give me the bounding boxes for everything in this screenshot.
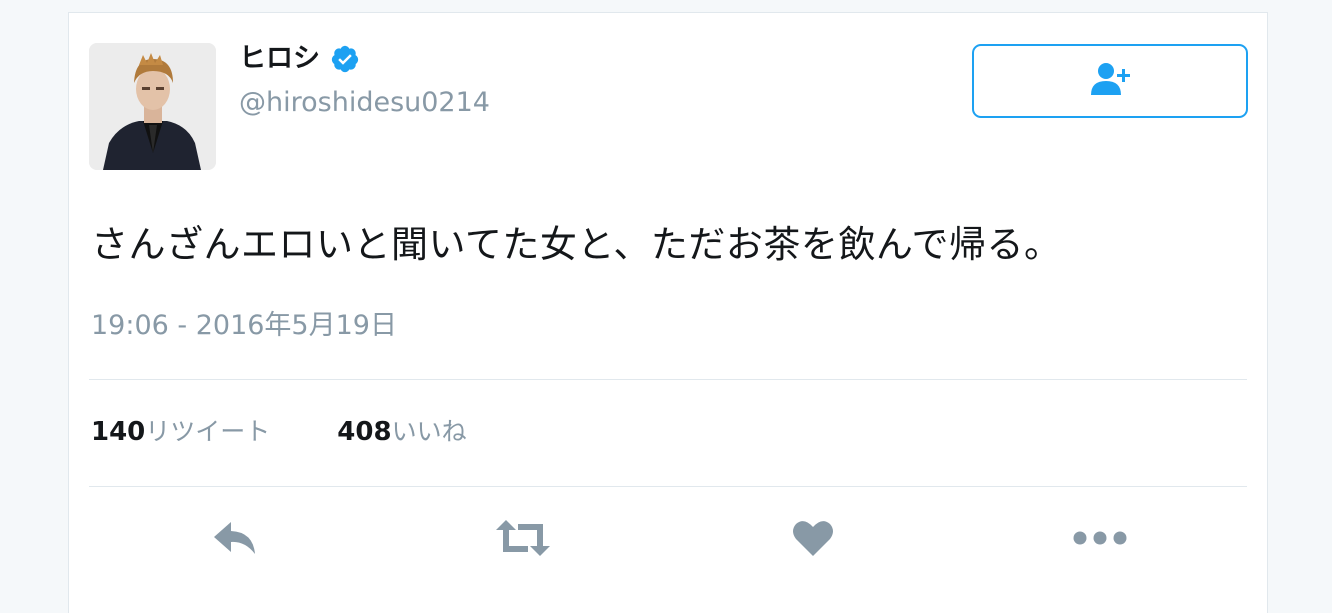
tweet-stats: 140リツイート 408いいね xyxy=(91,414,467,450)
like-button[interactable] xyxy=(783,510,843,570)
verified-badge-icon xyxy=(330,44,360,74)
display-name-row: ヒロシ xyxy=(239,41,360,77)
display-name[interactable]: ヒロシ xyxy=(239,41,320,77)
retweet-icon xyxy=(494,518,552,562)
retweet-button[interactable] xyxy=(493,510,553,570)
avatar-image xyxy=(89,43,216,170)
action-bar xyxy=(69,510,1267,570)
tweet-card: ヒロシ @hiroshidesu0214 さんざんエロいと聞いてた女と、ただお茶… xyxy=(68,12,1268,613)
more-button[interactable] xyxy=(1070,510,1130,570)
user-handle[interactable]: @hiroshidesu0214 xyxy=(239,85,490,121)
like-count: 408 xyxy=(337,417,392,447)
retweet-label: リツイート xyxy=(145,417,271,446)
retweet-count: 140 xyxy=(91,417,146,447)
divider xyxy=(89,379,1247,380)
follow-button[interactable] xyxy=(972,44,1248,118)
more-icon xyxy=(1072,530,1128,550)
reply-button[interactable] xyxy=(205,510,265,570)
reply-icon xyxy=(211,518,259,562)
avatar[interactable] xyxy=(89,43,216,170)
like-label: いいね xyxy=(391,417,467,446)
divider xyxy=(89,486,1247,487)
add-user-icon xyxy=(1088,61,1132,101)
heart-icon xyxy=(792,519,834,561)
tweet-text: さんざんエロいと聞いてた女と、ただお茶を飲んで帰る。 xyxy=(91,223,1062,266)
like-stat[interactable]: 408いいね xyxy=(337,414,466,450)
tweet-timestamp[interactable]: 19:06 - 2016年5月19日 xyxy=(91,308,397,344)
retweet-stat[interactable]: 140リツイート xyxy=(91,414,270,450)
